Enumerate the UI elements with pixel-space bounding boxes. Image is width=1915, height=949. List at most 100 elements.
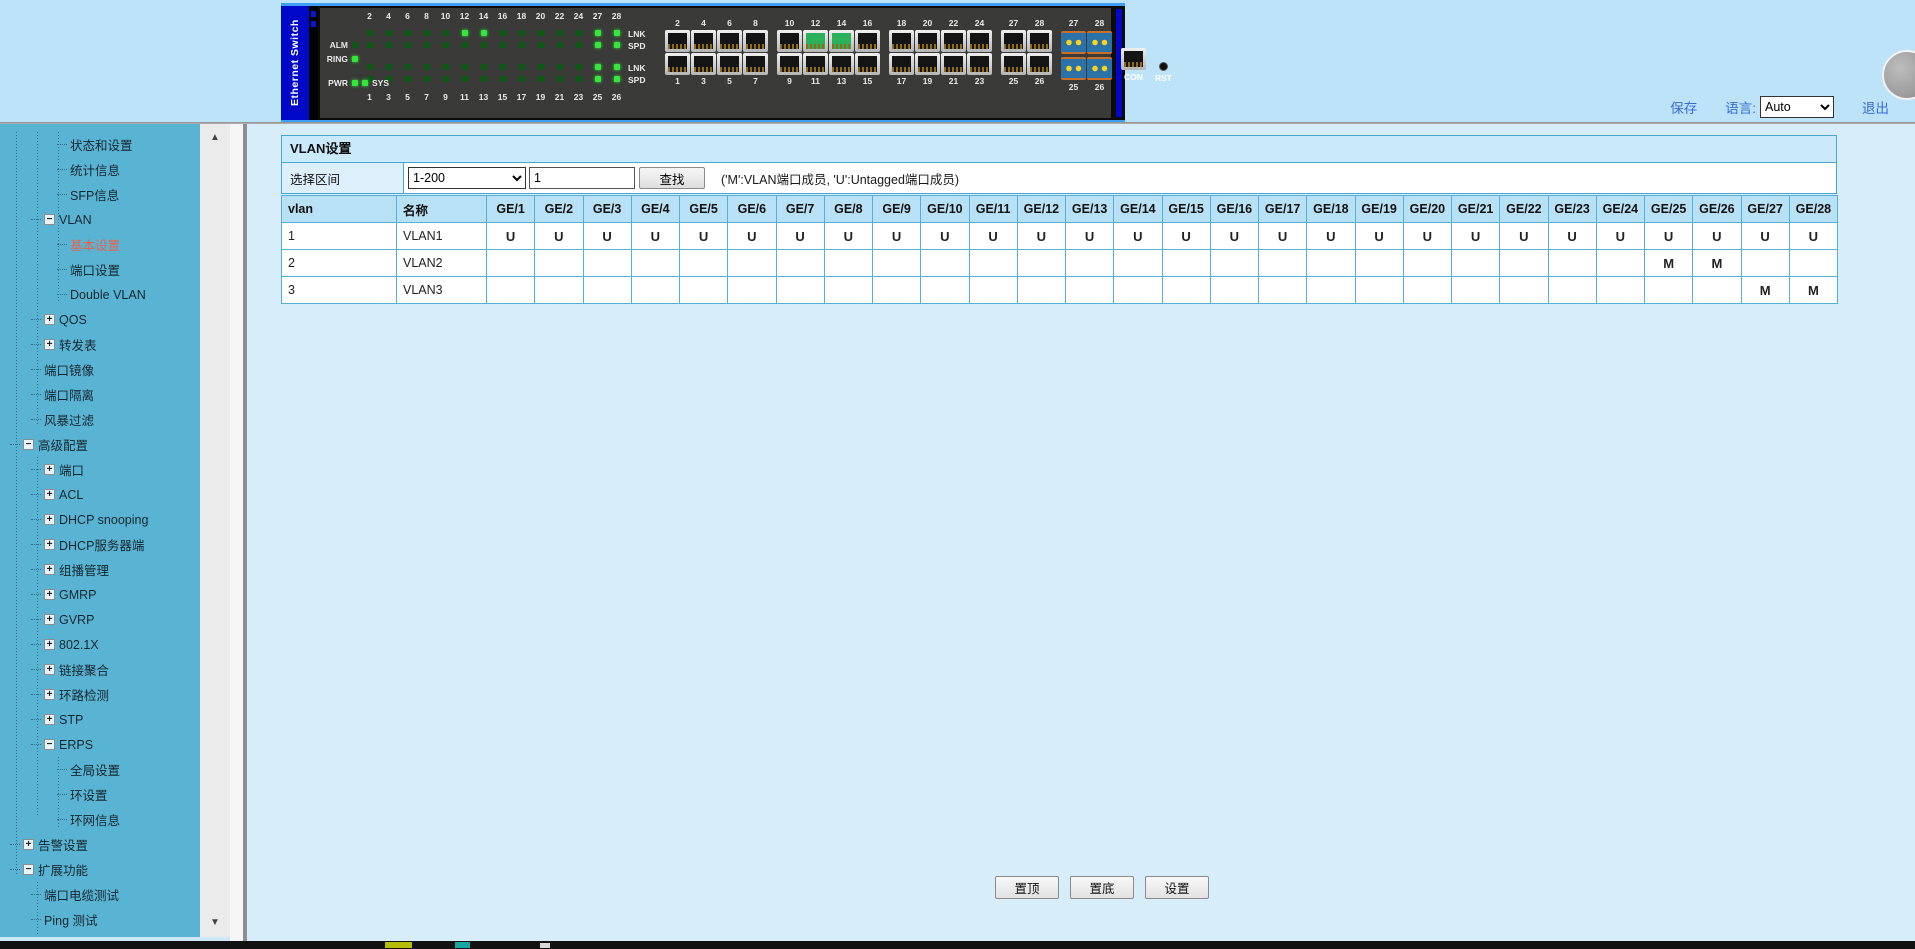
sidebar-item[interactable]: 端口电缆测试 — [0, 882, 200, 907]
sidebar-item[interactable]: − 扩展功能 — [0, 857, 200, 882]
scroll-up-icon[interactable]: ▲ — [200, 126, 230, 150]
sidebar-scrollbar[interactable]: ▲ ▼ — [200, 124, 230, 937]
sidebar-item[interactable]: +802.1X — [0, 632, 200, 657]
status-led — [385, 64, 392, 70]
sidebar-item[interactable]: Ping 测试 — [0, 907, 200, 932]
tree-expand-icon[interactable]: + — [44, 489, 55, 500]
port-number-label: 12 — [810, 18, 821, 28]
status-led — [423, 42, 430, 48]
sidebar-item[interactable]: − 高级配置 — [0, 432, 200, 457]
led-cell — [417, 64, 436, 70]
led-cell — [360, 42, 379, 48]
reset-button[interactable]: RST — [1155, 62, 1172, 83]
sidebar-item[interactable]: 环网信息 — [0, 807, 200, 832]
port-number-label: 25 — [1068, 82, 1079, 92]
rj45-port — [855, 30, 880, 52]
sidebar-item[interactable]: + DHCP snooping — [0, 507, 200, 532]
range-select[interactable]: 1-200 — [408, 167, 526, 189]
sidebar-item[interactable]: + QOS — [0, 307, 200, 332]
sidebar-item[interactable]: + STP — [0, 707, 200, 732]
port-membership-cell — [1499, 276, 1549, 304]
status-led — [362, 80, 368, 86]
led-cell — [436, 42, 455, 48]
scroll-down-icon[interactable]: ▼ — [200, 911, 230, 935]
sidebar-item[interactable]: − ERPS — [0, 732, 200, 757]
language-select[interactable]: Auto — [1760, 96, 1834, 118]
led-cell — [474, 76, 493, 82]
sidebar-item[interactable]: + 链接聚合 — [0, 657, 200, 682]
led-cell — [398, 30, 417, 36]
taskbar-fragment — [540, 943, 550, 948]
tree-connector — [31, 419, 41, 420]
sidebar-item[interactable]: + 告警设置 — [0, 832, 200, 857]
save-link[interactable]: 保存 — [1670, 97, 1697, 117]
rj45-port — [1027, 30, 1052, 52]
tree-expand-icon[interactable]: + — [44, 564, 55, 575]
logout-link[interactable]: 退出 — [1862, 97, 1889, 117]
search-button[interactable]: 查找 — [639, 167, 705, 189]
tree-expand-icon[interactable]: + — [44, 339, 55, 350]
sidebar-item[interactable]: 统计信息 — [0, 157, 200, 182]
sidebar-item[interactable]: Double VLAN — [0, 282, 200, 307]
move-top-button[interactable]: 置顶 — [995, 876, 1059, 899]
sidebar-item[interactable]: SFP信息 — [0, 182, 200, 207]
tree-collapse-icon[interactable]: − — [44, 739, 55, 750]
sidebar-item[interactable]: 端口隔离 — [0, 382, 200, 407]
sidebar-item[interactable]: 端口镜像 — [0, 357, 200, 382]
port-membership-cell: U — [1740, 222, 1790, 250]
tree-expand-icon[interactable]: + — [23, 839, 34, 850]
tree-expand-icon[interactable]: + — [44, 314, 55, 325]
tree-expand-icon[interactable]: + — [44, 589, 55, 600]
vlan-name-cell: VLAN1 — [396, 222, 487, 250]
status-led — [594, 30, 601, 36]
port-membership-cell — [1643, 276, 1694, 304]
move-bottom-button[interactable]: 置底 — [1070, 876, 1134, 899]
led-row-label: LNK — [628, 63, 646, 73]
sidebar-item[interactable]: + 转发表 — [0, 332, 200, 357]
status-led — [594, 76, 601, 82]
tree-expand-icon[interactable]: + — [44, 714, 55, 725]
sidebar-item[interactable]: 全局设置 — [0, 757, 200, 782]
sidebar-item[interactable]: 端口设置 — [0, 257, 200, 282]
sidebar-item-label: ERPS — [59, 737, 94, 752]
status-label: SYS — [372, 78, 390, 88]
reset-button-dot[interactable] — [1159, 62, 1168, 71]
port-number-label: 20 — [535, 11, 546, 21]
tree-expand-icon[interactable]: + — [44, 664, 55, 675]
sidebar-item[interactable]: 环设置 — [0, 782, 200, 807]
sidebar-item[interactable]: 状态和设置 — [0, 132, 200, 157]
tree-expand-icon[interactable]: + — [44, 614, 55, 625]
sidebar-item[interactable]: − VLAN — [0, 207, 200, 232]
sidebar-item[interactable]: + GMRP — [0, 582, 200, 607]
apply-button[interactable]: 设置 — [1145, 876, 1209, 899]
port-membership-cell: U — [1306, 222, 1356, 250]
port-number-label: 19 — [922, 76, 933, 86]
tree-collapse-icon[interactable]: − — [44, 214, 55, 225]
tree-collapse-icon[interactable]: − — [23, 439, 34, 450]
tree-expand-icon[interactable]: + — [44, 539, 55, 550]
sidebar-item[interactable]: + GVRP — [0, 607, 200, 632]
vlan-search-input[interactable] — [529, 167, 635, 189]
port-membership-cell — [678, 276, 729, 304]
sidebar-item[interactable]: 风暴过滤 — [0, 407, 200, 432]
tree-expand-icon[interactable]: + — [44, 514, 55, 525]
tree-expand-icon[interactable]: + — [44, 639, 55, 650]
port-membership-cell: U — [1402, 222, 1453, 250]
status-led — [385, 30, 392, 36]
port-column-header: GE/23 — [1547, 195, 1597, 223]
tree-connector — [31, 494, 41, 495]
sidebar-item[interactable]: + 环路检测 — [0, 682, 200, 707]
sidebar-item[interactable]: + 端口 — [0, 457, 200, 482]
sidebar-item[interactable]: + 组播管理 — [0, 557, 200, 582]
port-membership-cell — [534, 249, 584, 277]
tree-expand-icon[interactable]: + — [44, 464, 55, 475]
port-number-label: 14 — [478, 11, 489, 21]
tree-expand-icon[interactable]: + — [44, 689, 55, 700]
sidebar-item[interactable]: + ACL — [0, 482, 200, 507]
reset-label: RST — [1155, 73, 1172, 83]
sidebar-item[interactable]: 基本设置 — [0, 232, 200, 257]
tree-collapse-icon[interactable]: − — [23, 864, 34, 875]
floating-scroll-button[interactable] — [1882, 50, 1915, 100]
sidebar-item[interactable]: + DHCP服务器端 — [0, 532, 200, 557]
port-membership-cell — [1209, 249, 1260, 277]
